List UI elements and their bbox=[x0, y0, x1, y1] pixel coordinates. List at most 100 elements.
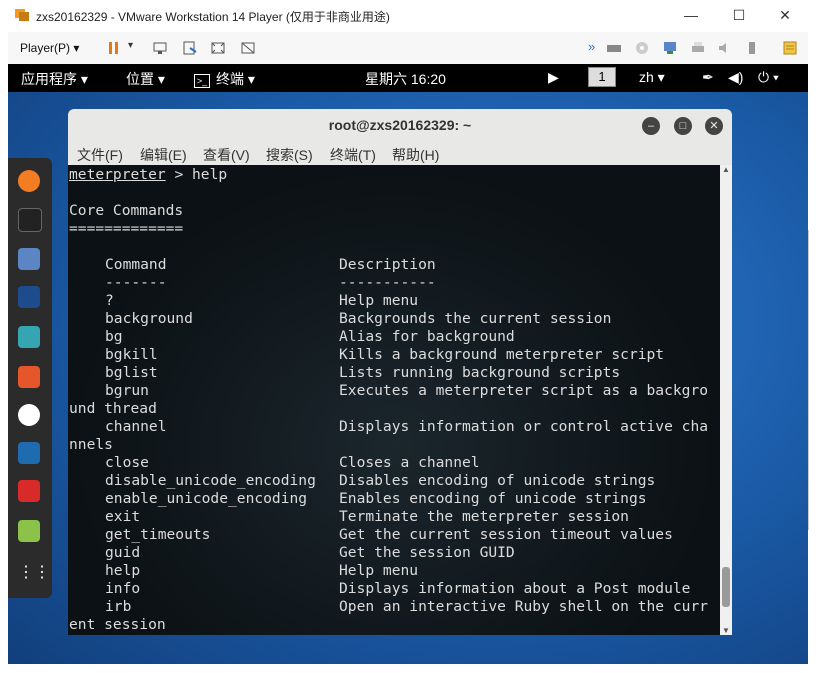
prompt-line: meterpreter > help bbox=[69, 166, 227, 184]
prompt-word: meterpreter bbox=[69, 166, 166, 183]
player-menu[interactable]: Player(P) ▾ bbox=[20, 41, 79, 55]
command-description: Help menu bbox=[339, 292, 419, 309]
command-description: Displays information about a Post module bbox=[339, 580, 691, 597]
menu-terminal[interactable]: 终端(T) bbox=[330, 145, 376, 165]
command-name: disable_unicode_encoding bbox=[105, 472, 316, 489]
firefox-icon[interactable] bbox=[18, 170, 40, 192]
terminal-minimize-icon[interactable]: – bbox=[642, 117, 660, 135]
places-menu[interactable]: 位置 ▾ bbox=[126, 69, 165, 89]
input-language[interactable]: zh ▾ bbox=[639, 69, 665, 86]
terminal-app-label: 终端 bbox=[216, 71, 244, 87]
minimize-button[interactable]: — bbox=[668, 4, 714, 28]
command-description: Disables encoding of unicode strings bbox=[339, 472, 656, 489]
command-description: Backgrounds the current session bbox=[339, 310, 612, 327]
command-name: get_timeouts bbox=[105, 526, 211, 543]
terminal-window: root@zxs20162329: ~ – □ ✕ 文件(F) 编辑(E) 查看… bbox=[68, 109, 732, 635]
burpsuite-icon[interactable] bbox=[18, 366, 40, 388]
command-description: Terminate the meterpreter session bbox=[339, 508, 629, 525]
menu-file[interactable]: 文件(F) bbox=[77, 145, 123, 165]
video-camera-icon[interactable]: ▶ bbox=[548, 69, 559, 86]
power-icon[interactable]: ⏻ ▾ bbox=[758, 69, 779, 86]
section-rule: ============= bbox=[69, 220, 184, 237]
beef-icon[interactable] bbox=[18, 442, 40, 464]
armitage-icon[interactable] bbox=[18, 326, 40, 348]
volume-icon[interactable]: ◀) bbox=[728, 69, 743, 86]
command-description: Executes a meterpreter script as a backg… bbox=[339, 382, 709, 399]
workspace-indicator[interactable]: 1 bbox=[588, 67, 616, 87]
scrollbar-thumb[interactable] bbox=[722, 567, 730, 607]
command-description: Get the current session timeout values bbox=[339, 526, 673, 543]
terminal-icon[interactable] bbox=[18, 208, 42, 232]
harddisk-icon[interactable] bbox=[606, 40, 622, 56]
clock[interactable]: 星期六 16:20 bbox=[365, 69, 446, 89]
command-description: Open an interactive Ruby shell on the cu… bbox=[339, 598, 709, 615]
menu-help[interactable]: 帮助(H) bbox=[392, 145, 439, 165]
command-name: irb bbox=[105, 598, 132, 615]
terminal-scrollbar[interactable]: ▲ ▼ bbox=[720, 165, 732, 635]
host-window-right-edge bbox=[808, 230, 816, 530]
column-rule-description: ----------- bbox=[339, 274, 436, 291]
command-description: Help menu bbox=[339, 562, 419, 579]
terminal-output[interactable]: meterpreter > help Core Commands =======… bbox=[68, 165, 720, 635]
usb-icon[interactable] bbox=[744, 40, 760, 56]
fullscreen-icon[interactable] bbox=[210, 40, 226, 56]
command-description: Displays information or control active c… bbox=[339, 418, 709, 435]
command-name: background bbox=[105, 310, 193, 327]
player-menu-label: Player(P) bbox=[20, 41, 71, 55]
maltego-icon[interactable] bbox=[18, 404, 40, 426]
command-description: Alias for background bbox=[339, 328, 515, 345]
command-name: bgkill bbox=[105, 346, 158, 363]
network-adapter-icon[interactable] bbox=[662, 40, 678, 56]
command-name: bglist bbox=[105, 364, 158, 381]
command-name: info bbox=[105, 580, 141, 597]
pause-dropdown-icon[interactable]: ▾ bbox=[128, 40, 133, 51]
wrapped-text: und thread bbox=[69, 400, 157, 417]
terminal-maximize-icon[interactable]: □ bbox=[674, 117, 692, 135]
command-description: Get the session GUID bbox=[339, 544, 515, 561]
metasploit-icon[interactable] bbox=[18, 286, 40, 308]
cd-icon[interactable] bbox=[634, 40, 650, 56]
sound-icon[interactable] bbox=[716, 40, 732, 56]
command-name: channel bbox=[105, 418, 167, 435]
scroll-down-icon[interactable]: ▼ bbox=[722, 626, 730, 635]
network-icon[interactable] bbox=[152, 40, 168, 56]
terminal-title: root@zxs20162329: ~ bbox=[328, 117, 472, 133]
files-icon[interactable] bbox=[18, 248, 40, 270]
command-name: help bbox=[105, 562, 141, 579]
pause-icon[interactable] bbox=[106, 40, 122, 56]
faraday-icon[interactable] bbox=[18, 480, 40, 502]
more-devices-icon[interactable]: » bbox=[588, 39, 595, 54]
places-menu-label: 位置 bbox=[126, 71, 154, 87]
terminal-close-icon[interactable]: ✕ bbox=[705, 117, 723, 135]
menu-view[interactable]: 查看(V) bbox=[203, 145, 250, 165]
input-language-label: zh bbox=[639, 69, 654, 85]
send-ctrl-alt-del-icon[interactable] bbox=[182, 40, 198, 56]
notes-icon[interactable] bbox=[18, 520, 40, 542]
printer-icon[interactable] bbox=[690, 40, 706, 56]
close-button[interactable]: ✕ bbox=[762, 4, 808, 28]
applications-menu[interactable]: 应用程序 ▾ bbox=[21, 69, 88, 89]
column-header-command: Command bbox=[105, 256, 167, 273]
message-log-icon[interactable] bbox=[782, 40, 798, 56]
maximize-button[interactable]: ☐ bbox=[716, 4, 762, 28]
menu-edit[interactable]: 编辑(E) bbox=[140, 145, 187, 165]
show-apps-icon[interactable]: ⋮⋮ bbox=[18, 562, 50, 584]
gnome-top-bar: 应用程序 ▾ 位置 ▾ >_ 终端 ▾ 星期六 16:20 ▶ 1 zh ▾ ✒ … bbox=[8, 64, 808, 92]
command-name: guid bbox=[105, 544, 141, 561]
terminal-app-icon: >_ bbox=[194, 74, 210, 88]
vmware-titlebar: zxs20162329 - VMware Workstation 14 Play… bbox=[0, 0, 816, 32]
terminal-app-menu[interactable]: >_ 终端 ▾ bbox=[194, 69, 255, 89]
pen-icon[interactable]: ✒ bbox=[702, 69, 714, 86]
unity-icon[interactable] bbox=[240, 40, 256, 56]
terminal-header: root@zxs20162329: ~ – □ ✕ 文件(F) 编辑(E) 查看… bbox=[68, 109, 732, 165]
applications-menu-label: 应用程序 bbox=[21, 71, 77, 87]
command-name: exit bbox=[105, 508, 141, 525]
command-description: Kills a background meterpreter script bbox=[339, 346, 665, 363]
command-name: ? bbox=[105, 292, 114, 309]
prompt-command: > help bbox=[165, 166, 228, 183]
menu-search[interactable]: 搜索(S) bbox=[266, 145, 313, 165]
command-name: bgrun bbox=[105, 382, 149, 399]
scroll-up-icon[interactable]: ▲ bbox=[722, 165, 730, 174]
wrapped-text: ent session bbox=[69, 616, 166, 633]
command-name: enable_unicode_encoding bbox=[105, 490, 308, 507]
